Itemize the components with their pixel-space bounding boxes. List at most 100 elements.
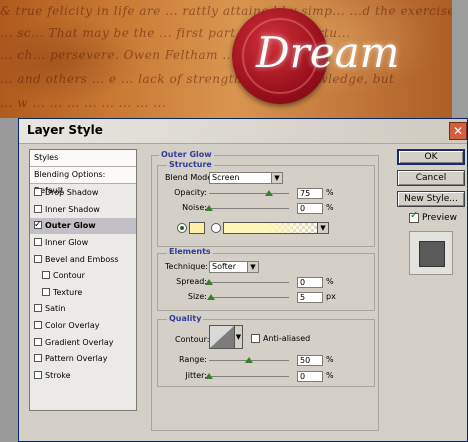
- anti-aliased-checkbox[interactable]: [251, 334, 260, 343]
- workspace-background: [0, 118, 18, 442]
- noise-input[interactable]: 0: [297, 203, 323, 214]
- range-input[interactable]: 50: [297, 355, 323, 366]
- glow-color-swatch[interactable]: [189, 222, 205, 234]
- noise-unit: %: [326, 203, 334, 212]
- technique-select[interactable]: Softer ▼: [209, 261, 259, 273]
- style-list-item[interactable]: Inner Shadow: [30, 202, 136, 218]
- spread-label: Spread:: [176, 277, 207, 286]
- size-slider-knob[interactable]: [207, 294, 215, 300]
- style-checkbox[interactable]: [42, 271, 50, 279]
- style-list-item[interactable]: Contour: [30, 268, 136, 284]
- style-checkbox[interactable]: [34, 338, 42, 346]
- size-label: Size:: [187, 292, 207, 301]
- style-checkbox[interactable]: [34, 304, 42, 312]
- style-list-item[interactable]: Gradient Overlay: [30, 335, 136, 351]
- noise-slider[interactable]: [205, 203, 289, 211]
- chevron-down-icon: ▼: [271, 173, 282, 183]
- style-list-label: Bevel and Emboss: [45, 255, 119, 264]
- spread-slider[interactable]: [205, 277, 289, 285]
- contour-label: Contour:: [175, 335, 210, 344]
- dialog-titlebar[interactable]: Layer Style ✕: [19, 119, 467, 144]
- jitter-input[interactable]: 0: [297, 371, 323, 382]
- blend-mode-value: Screen: [212, 173, 240, 182]
- style-list-label: Pattern Overlay: [45, 354, 108, 363]
- ok-button[interactable]: OK: [397, 149, 465, 165]
- jitter-slider[interactable]: [205, 371, 289, 379]
- outer-glow-title: Outer Glow: [159, 150, 214, 159]
- style-checkbox[interactable]: [34, 217, 42, 233]
- jitter-label: Jitter:: [185, 371, 207, 380]
- style-list-item[interactable]: Pattern Overlay: [30, 351, 136, 367]
- color-radio[interactable]: [177, 223, 187, 233]
- spread-unit: %: [326, 277, 334, 286]
- styles-list: Styles Blending Options: Default Drop Shad…: [29, 149, 137, 411]
- style-list-item[interactable]: Color Overlay: [30, 318, 136, 334]
- window-edge: [452, 0, 468, 118]
- range-slider[interactable]: [209, 355, 289, 363]
- style-list-item[interactable]: Inner Glow: [30, 235, 136, 251]
- style-checkbox[interactable]: [34, 354, 42, 362]
- style-checkbox[interactable]: [34, 255, 42, 263]
- noise-slider-knob[interactable]: [205, 205, 213, 211]
- preview-square: [419, 241, 445, 267]
- style-list-item[interactable]: Drop Shadow: [30, 185, 136, 201]
- opacity-unit: %: [326, 188, 334, 197]
- style-checkbox[interactable]: [34, 238, 42, 246]
- technique-label: Technique:: [165, 262, 208, 271]
- style-list-label: Drop Shadow: [45, 188, 99, 197]
- blend-mode-select[interactable]: Screen ▼: [209, 172, 283, 184]
- style-list-label: Color Overlay: [45, 321, 100, 330]
- range-label: Range:: [178, 355, 207, 364]
- gradient-picker[interactable]: ▼: [223, 222, 329, 234]
- structure-title: Structure: [167, 160, 214, 169]
- style-list-item[interactable]: Bevel and Emboss: [30, 252, 136, 268]
- style-list-label: Inner Glow: [45, 238, 89, 247]
- close-button[interactable]: ✕: [449, 122, 467, 140]
- style-list-label: Satin: [45, 304, 66, 313]
- layer-style-dialog: Layer Style ✕ Styles Blending Options: De…: [18, 118, 468, 442]
- new-style-button[interactable]: New Style...: [397, 191, 465, 207]
- style-checkbox[interactable]: [34, 371, 42, 379]
- dialog-title: Layer Style: [27, 123, 103, 137]
- jitter-unit: %: [326, 371, 334, 380]
- technique-value: Softer: [212, 262, 236, 271]
- noise-label: Noise:: [182, 203, 207, 212]
- style-checkbox[interactable]: [42, 288, 50, 296]
- style-list-label: Styles: [34, 153, 59, 162]
- style-list-label: Gradient Overlay: [45, 338, 114, 347]
- range-unit: %: [326, 355, 334, 364]
- chevron-down-icon[interactable]: ▼: [235, 325, 243, 349]
- contour-picker[interactable]: [209, 325, 235, 349]
- opacity-input[interactable]: 75: [297, 188, 323, 199]
- style-list-label: Outer Glow: [45, 221, 96, 230]
- script-text-line: & true felicity in life are ... rattly a…: [0, 4, 468, 18]
- style-list-item[interactable]: Styles: [30, 150, 136, 167]
- style-list-item[interactable]: Satin: [30, 301, 136, 317]
- anti-aliased-label: Anti-aliased: [263, 334, 311, 343]
- contour-curve-icon: [210, 326, 234, 348]
- size-slider[interactable]: [207, 292, 289, 300]
- style-preview-thumbnail: [409, 231, 453, 275]
- style-checkbox[interactable]: [34, 188, 42, 196]
- document-canvas: & true felicity in life are ... rattly a…: [0, 0, 468, 118]
- range-slider-knob[interactable]: [245, 357, 253, 363]
- opacity-slider[interactable]: [209, 188, 289, 196]
- script-text-line: ... w ... ... ... ... ... ... ... ...: [0, 96, 167, 110]
- style-list-item[interactable]: Stroke: [30, 368, 136, 384]
- preview-checkbox[interactable]: [409, 210, 419, 223]
- opacity-label: Opacity:: [174, 188, 207, 197]
- quality-title: Quality: [167, 314, 204, 323]
- opacity-slider-knob[interactable]: [265, 190, 273, 196]
- style-list-item[interactable]: Texture: [30, 285, 136, 301]
- chevron-down-icon: ▼: [247, 262, 258, 272]
- size-input[interactable]: 5: [297, 292, 323, 303]
- style-checkbox[interactable]: [34, 205, 42, 213]
- cancel-button[interactable]: Cancel: [397, 170, 465, 186]
- style-checkbox[interactable]: [34, 321, 42, 329]
- spread-slider-knob[interactable]: [205, 279, 213, 285]
- style-list-item[interactable]: Blending Options: Default: [30, 167, 136, 195]
- style-list-item[interactable]: Outer Glow: [30, 217, 136, 234]
- gradient-radio[interactable]: [211, 223, 221, 233]
- spread-input[interactable]: 0: [297, 277, 323, 288]
- jitter-slider-knob[interactable]: [205, 373, 213, 379]
